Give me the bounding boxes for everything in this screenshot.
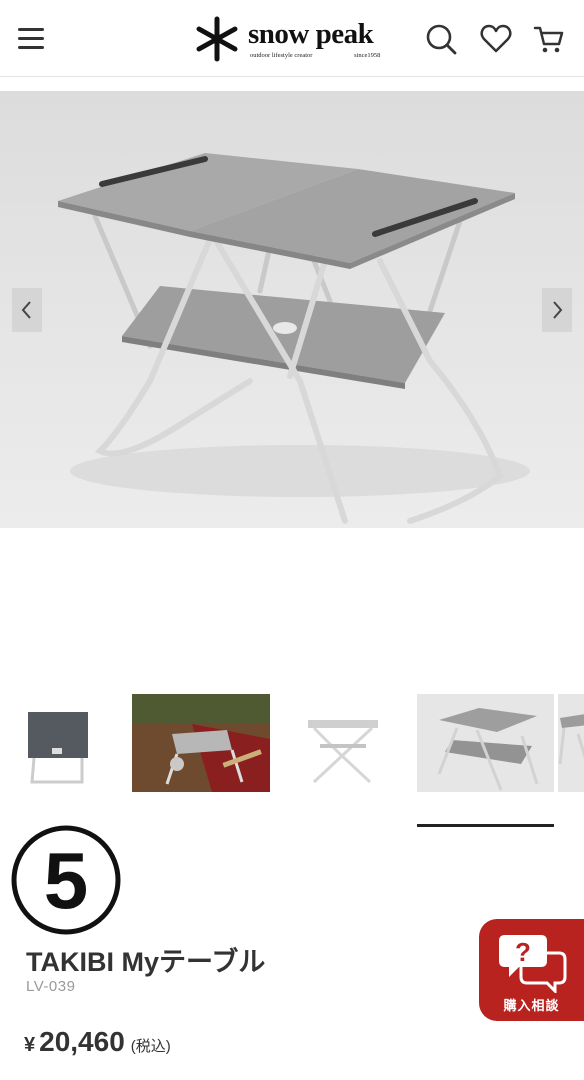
table-photo — [58, 153, 530, 524]
site-header: snow peak outdoor lifestyle creator sinc… — [0, 0, 584, 77]
menu-icon[interactable] — [14, 22, 50, 56]
thumbnail-table-angle[interactable] — [417, 694, 554, 792]
price-row: ¥20,460 (税込) — [24, 1026, 171, 1058]
chevron-right-icon — [553, 301, 563, 319]
search-icon[interactable] — [424, 22, 458, 56]
active-thumbnail-indicator — [417, 824, 554, 827]
logo-tagline: outdoor lifestyle creator — [250, 52, 313, 59]
snowflake-logo-icon — [196, 16, 238, 62]
gallery-next-button[interactable] — [542, 288, 572, 332]
thumbnail-table-side[interactable] — [300, 694, 385, 792]
heart-icon[interactable] — [479, 22, 513, 56]
price-currency: ¥ — [24, 1034, 36, 1056]
purchase-consultation-button[interactable]: ? 購入相談 — [479, 919, 584, 1021]
product-code: LV-039 — [26, 978, 76, 995]
circled-number-badge: 5 — [11, 825, 121, 935]
thumbnail-table-partial[interactable] — [558, 694, 584, 792]
price-tax-label: (税込) — [130, 1038, 171, 1055]
logo-wordmark: snow peak — [248, 18, 374, 50]
thumbnail-strip — [0, 688, 584, 798]
chat-button-label: 購入相談 — [503, 998, 560, 1013]
price-value: 20,460 — [39, 1026, 125, 1057]
svg-text:?: ? — [515, 937, 531, 967]
svg-text:5: 5 — [44, 836, 89, 925]
chevron-left-icon — [21, 301, 31, 319]
logo-since: since1958 — [354, 52, 381, 59]
gallery-prev-button[interactable] — [12, 288, 42, 332]
cart-icon[interactable] — [532, 22, 566, 56]
snow-peak-logo[interactable]: snow peak outdoor lifestyle creator sinc… — [194, 14, 394, 62]
thumbnail-folded-table[interactable] — [22, 694, 94, 792]
question-chat-icon: ? — [499, 935, 567, 993]
product-name: TAKIBI Myテーブル — [26, 947, 266, 977]
product-main-image[interactable] — [0, 91, 584, 528]
thumbnail-campfire-scene[interactable] — [132, 694, 270, 792]
